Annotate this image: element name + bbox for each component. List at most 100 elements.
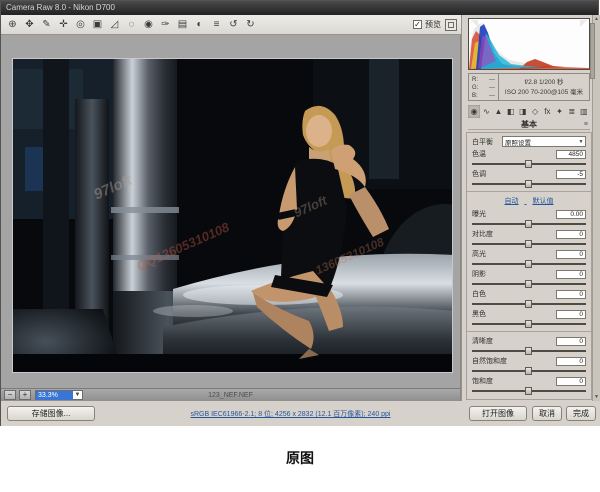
save-image-button[interactable]: 存储图像... xyxy=(7,406,95,421)
preview-toggle[interactable]: ✓ 预览 xyxy=(413,19,441,30)
saturation-slider[interactable] xyxy=(472,387,586,395)
photo-illustration xyxy=(13,59,453,373)
slider-thumb[interactable] xyxy=(525,387,532,395)
basic-tab-icon[interactable]: ◉ xyxy=(468,105,480,118)
vibrance-slider[interactable] xyxy=(472,367,586,375)
divider xyxy=(467,191,591,192)
highlights-slider[interactable] xyxy=(472,260,586,268)
window-titlebar[interactable]: Camera Raw 8.0 - Nikon D700 xyxy=(1,1,598,15)
rotate-left-icon[interactable]: ↺ xyxy=(226,17,241,32)
page-caption: 原图 xyxy=(0,448,600,468)
slider-thumb[interactable] xyxy=(525,280,532,288)
hand-tool-icon[interactable]: ✥ xyxy=(22,17,37,32)
white-balance-tool-icon[interactable]: ✎ xyxy=(39,17,54,32)
contrast-slider[interactable] xyxy=(472,240,586,248)
blacks-slider[interactable] xyxy=(472,320,586,328)
adjustment-brush-tool-icon[interactable]: ✑ xyxy=(158,17,173,32)
camera-calibration-tab-icon[interactable]: ✦ xyxy=(553,105,565,118)
g-label: G: xyxy=(472,84,478,92)
white-balance-select[interactable]: 原照设置 ▼ xyxy=(502,136,586,147)
slider-thumb[interactable] xyxy=(525,300,532,308)
temperature-value[interactable]: 4850 xyxy=(556,150,586,159)
saturation-value[interactable]: 0 xyxy=(556,377,586,386)
exposure-value[interactable]: 0.00 xyxy=(556,210,586,219)
image-canvas: 97loft QQ13605310108 97loft 13605310108 xyxy=(1,35,461,388)
color-sampler-tool-icon[interactable]: ✛ xyxy=(56,17,71,32)
workflow-options-link[interactable]: sRGB IEC61966-2.1; 8 位; 4256 x 2832 (12.… xyxy=(121,409,460,419)
slider-thumb[interactable] xyxy=(525,180,532,188)
r-label: R: xyxy=(472,76,478,84)
preview-checkbox[interactable]: ✓ xyxy=(413,20,422,29)
cancel-button[interactable]: 取消 xyxy=(532,406,562,421)
preview-label: 预览 xyxy=(425,19,441,30)
g-value: --- xyxy=(489,84,495,92)
tone-curve-tab-icon[interactable]: ∿ xyxy=(480,105,492,118)
scroll-up-icon[interactable]: ▲ xyxy=(593,16,600,22)
slider-thumb[interactable] xyxy=(525,160,532,168)
snapshots-tab-icon[interactable]: ▥ xyxy=(578,105,590,118)
zoom-tool-icon[interactable]: ⊕ xyxy=(5,17,20,32)
slider-thumb[interactable] xyxy=(525,320,532,328)
basic-panel-title: 基本 ≡ xyxy=(468,119,590,130)
slider-thumb[interactable] xyxy=(525,260,532,268)
tint-label: 色调 xyxy=(472,169,556,179)
chevron-down-icon: ▼ xyxy=(577,139,585,145)
auto-link[interactable]: 自动 xyxy=(505,198,519,205)
tint-value[interactable]: -5 xyxy=(556,170,586,179)
lens-corrections-tab-icon[interactable]: ◇ xyxy=(529,105,541,118)
crop-tool-icon[interactable]: ▣ xyxy=(90,17,105,32)
whites-value[interactable]: 0 xyxy=(556,290,586,299)
radial-filter-tool-icon[interactable]: ◐ xyxy=(192,17,207,32)
exif-iso-lens: ISO 200 70-200@105 毫米 xyxy=(499,88,589,98)
red-eye-tool-icon[interactable]: ◉ xyxy=(141,17,156,32)
basic-panel-title-text: 基本 xyxy=(521,120,537,129)
preferences-icon[interactable]: ≡ xyxy=(209,17,224,32)
shadows-slider[interactable] xyxy=(472,280,586,288)
presets-tab-icon[interactable]: ≣ xyxy=(566,105,578,118)
split-toning-tab-icon[interactable]: ◨ xyxy=(517,105,529,118)
vibrance-value[interactable]: 0 xyxy=(556,357,586,366)
basic-panel-body: 白平衡 原照设置 ▼ 色温 4850 色调 -5 xyxy=(466,132,592,400)
white-balance-label: 白平衡 xyxy=(472,137,502,147)
spot-removal-tool-icon[interactable]: ◌ xyxy=(124,17,139,32)
scrollbar-thumb[interactable] xyxy=(590,23,595,79)
panel-tab-bar: ◉ ∿ ▲ ◧ ◨ ◇ fx ✦ ≣ ▥ xyxy=(468,105,590,118)
default-link[interactable]: 默认值 xyxy=(532,198,553,205)
rgb-readout: R:--- G:--- B:--- xyxy=(469,74,499,100)
detail-tab-icon[interactable]: ▲ xyxy=(492,105,504,118)
contrast-value[interactable]: 0 xyxy=(556,230,586,239)
exposure-slider[interactable] xyxy=(472,220,586,228)
open-image-button[interactable]: 打开图像 xyxy=(469,406,527,421)
slider-thumb[interactable] xyxy=(525,347,532,355)
slider-thumb[interactable] xyxy=(525,367,532,375)
temperature-slider[interactable] xyxy=(472,160,586,168)
hsl-grayscale-tab-icon[interactable]: ◧ xyxy=(505,105,517,118)
exif-aperture-shutter: f/2.8 1/200 秒 xyxy=(499,78,589,88)
highlight-clipping-icon[interactable] xyxy=(580,20,587,27)
blacks-value[interactable]: 0 xyxy=(556,310,586,319)
adjustments-panel: R:--- G:--- B:--- f/2.8 1/200 秒 ISO 200 … xyxy=(461,15,600,401)
whites-slider[interactable] xyxy=(472,300,586,308)
zoom-statusbar: − + 33.3% ▼ 123_NEF.NEF xyxy=(1,388,461,401)
highlights-value[interactable]: 0 xyxy=(556,250,586,259)
straighten-tool-icon[interactable]: ◿ xyxy=(107,17,122,32)
rotate-right-icon[interactable]: ↻ xyxy=(243,17,258,32)
clarity-value[interactable]: 0 xyxy=(556,337,586,346)
photo-preview[interactable]: 97loft QQ13605310108 97loft 13605310108 xyxy=(12,58,453,373)
shadow-clipping-icon[interactable] xyxy=(471,20,478,27)
slider-thumb[interactable] xyxy=(525,220,532,228)
fullscreen-toggle-icon[interactable] xyxy=(445,19,457,31)
slider-thumb[interactable] xyxy=(525,240,532,248)
graduated-filter-tool-icon[interactable]: ▤ xyxy=(175,17,190,32)
done-button[interactable]: 完成 xyxy=(566,406,596,421)
clarity-slider[interactable] xyxy=(472,347,586,355)
scroll-down-icon[interactable]: ▼ xyxy=(593,394,600,400)
effects-tab-icon[interactable]: fx xyxy=(541,105,553,118)
targeted-adjustment-tool-icon[interactable]: ◎ xyxy=(73,17,88,32)
divider xyxy=(467,331,591,332)
panel-scrollbar[interactable]: ▲ ▼ xyxy=(592,15,600,401)
shadows-value[interactable]: 0 xyxy=(556,270,586,279)
panel-collapse-icon[interactable]: ≡ xyxy=(584,119,588,130)
tint-slider[interactable] xyxy=(472,180,586,188)
exposure-label: 曝光 xyxy=(472,209,556,219)
